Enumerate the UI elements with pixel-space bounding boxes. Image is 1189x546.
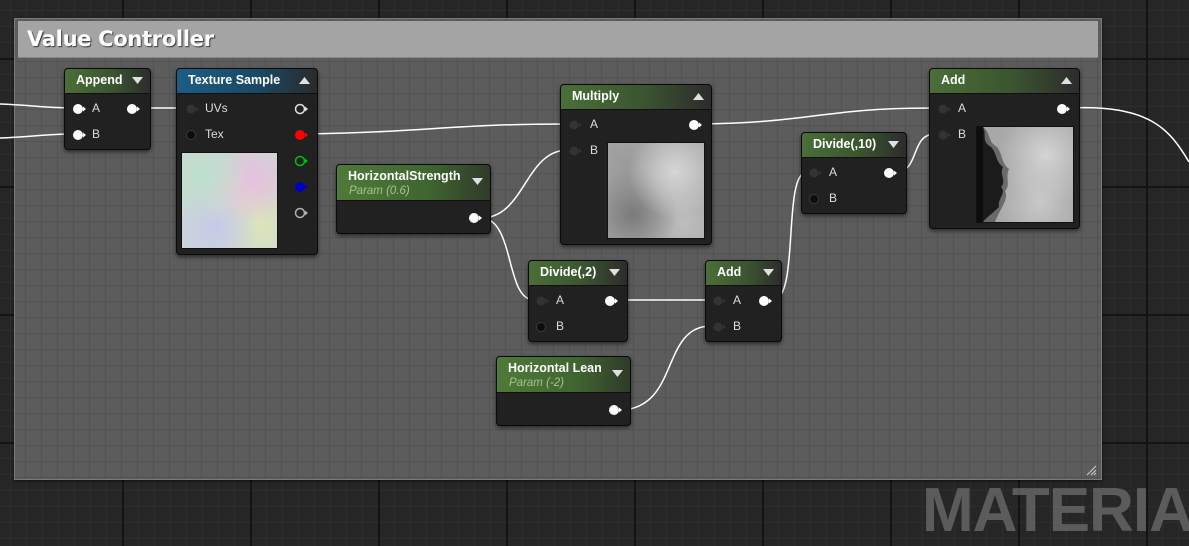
input-pin-a[interactable] xyxy=(535,295,549,307)
pin-label-b: B xyxy=(556,319,565,333)
input-pin-b[interactable] xyxy=(937,129,951,141)
comment-title[interactable]: Value Controller xyxy=(27,27,214,51)
pin-label-a: A xyxy=(733,293,742,307)
output-pin[interactable] xyxy=(758,295,772,307)
output-pin-r[interactable] xyxy=(294,129,308,141)
add-node-small[interactable]: Add A B xyxy=(705,260,782,342)
texture-sample-title: Texture Sample xyxy=(188,73,281,87)
output-pin[interactable] xyxy=(1056,103,1070,115)
input-pin-uvs[interactable] xyxy=(185,103,199,115)
add-final-preview-shadow xyxy=(977,127,1009,222)
chevron-down-icon[interactable] xyxy=(608,268,621,277)
input-pin-b[interactable] xyxy=(712,321,726,333)
input-pin-a[interactable] xyxy=(937,103,951,115)
chevron-up-icon[interactable] xyxy=(1060,76,1073,85)
pin-label-b: B xyxy=(829,191,838,205)
chevron-down-icon[interactable] xyxy=(611,369,624,378)
input-pin-b[interactable] xyxy=(72,129,86,141)
pin-label-a: A xyxy=(829,165,838,179)
texture-sample-node[interactable]: Texture Sample UVs Tex xyxy=(176,68,318,255)
input-pin-a[interactable] xyxy=(808,167,822,179)
add-small-title: Add xyxy=(717,265,742,279)
add-node-final[interactable]: Add A B xyxy=(929,68,1080,229)
multiply-title: Multiply xyxy=(572,89,620,103)
output-pin[interactable] xyxy=(688,119,702,131)
resize-grip-icon[interactable] xyxy=(1085,464,1097,476)
horizontal-strength-node[interactable]: HorizontalStrength Param (0.6) xyxy=(336,164,491,234)
multiply-node[interactable]: Multiply A B xyxy=(560,84,712,245)
output-pin-g[interactable] xyxy=(294,155,308,167)
pin-label-b: B xyxy=(92,127,101,141)
pin-label-uvs: UVs xyxy=(205,101,228,115)
material-editor-graph[interactable]: { "comment": { "title": "Value Controlle… xyxy=(0,0,1189,546)
pin-label-a: A xyxy=(590,117,599,131)
divide-2-node[interactable]: Divide(,2) A B xyxy=(528,260,628,342)
input-pin-a[interactable] xyxy=(568,119,582,131)
append-node-title: Append xyxy=(76,73,123,87)
pin-label-a: A xyxy=(92,101,101,115)
add-final-preview-image xyxy=(976,126,1074,223)
output-pin-rgb[interactable] xyxy=(294,103,308,115)
output-pin-a[interactable] xyxy=(294,207,308,219)
pin-label-b: B xyxy=(958,127,967,141)
horizontal-strength-subtitle: Param (0.6) xyxy=(349,185,410,197)
append-node[interactable]: Append A B xyxy=(64,68,151,150)
chevron-down-icon[interactable] xyxy=(762,268,775,277)
horizontal-lean-node[interactable]: Horizontal Lean Param (-2) xyxy=(496,356,631,426)
output-pin[interactable] xyxy=(608,404,622,416)
pin-label-a: A xyxy=(958,101,967,115)
chevron-down-icon[interactable] xyxy=(471,177,484,186)
divide-2-title: Divide(,2) xyxy=(540,265,597,279)
horizontal-lean-subtitle: Param (-2) xyxy=(509,377,564,389)
horizontal-strength-title: HorizontalStrength xyxy=(348,169,461,183)
output-pin[interactable] xyxy=(468,212,482,224)
input-pin-b[interactable] xyxy=(535,321,549,333)
texture-preview-image xyxy=(181,152,278,249)
output-pin-b[interactable] xyxy=(294,181,308,193)
add-final-title: Add xyxy=(941,73,966,87)
horizontal-lean-title: Horizontal Lean xyxy=(508,361,602,375)
input-pin-b[interactable] xyxy=(568,145,582,157)
output-pin[interactable] xyxy=(126,103,140,115)
chevron-up-icon[interactable] xyxy=(298,76,311,85)
output-pin[interactable] xyxy=(883,167,897,179)
pin-label-a: A xyxy=(556,293,565,307)
comment-header[interactable]: Value Controller xyxy=(18,21,1098,58)
multiply-preview-image xyxy=(607,142,705,239)
pin-label-tex: Tex xyxy=(205,127,224,141)
pin-label-b: B xyxy=(733,319,742,333)
output-pin[interactable] xyxy=(604,295,618,307)
input-pin-a[interactable] xyxy=(72,103,86,115)
chevron-down-icon[interactable] xyxy=(887,140,900,149)
pin-label-b: B xyxy=(590,143,599,157)
divide-10-node[interactable]: Divide(,10) A B xyxy=(801,132,907,214)
input-pin-a[interactable] xyxy=(712,295,726,307)
input-pin-tex[interactable] xyxy=(185,129,199,141)
input-pin-b[interactable] xyxy=(808,193,822,205)
material-watermark: MATERIAL xyxy=(922,476,1189,545)
chevron-up-icon[interactable] xyxy=(692,92,705,101)
divide-10-title: Divide(,10) xyxy=(813,137,877,151)
chevron-down-icon[interactable] xyxy=(131,76,144,85)
